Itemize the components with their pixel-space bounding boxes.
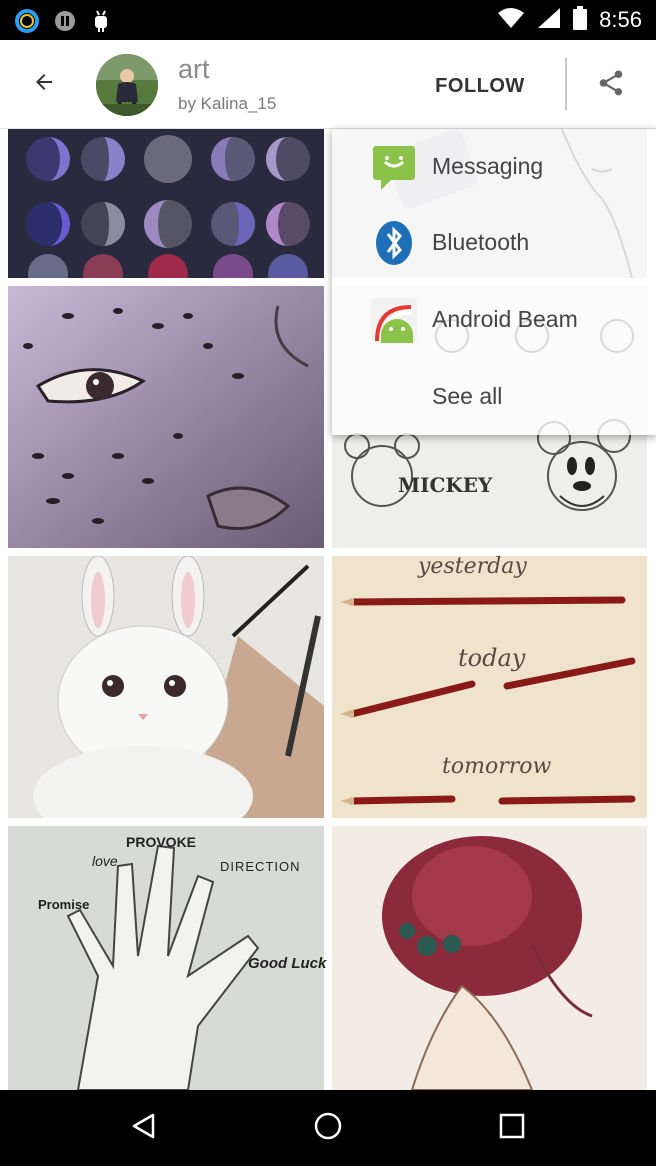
hand-word-promise: Promise [38,897,90,912]
status-bar: 8:56 [0,0,656,40]
share-option-label: Bluetooth [432,229,530,255]
bluetooth-icon [370,219,418,267]
battery-icon [573,5,588,35]
signal-icon [537,7,561,34]
avatar[interactable] [96,54,158,116]
home-nav-icon [313,1111,343,1146]
pin-moon-phases[interactable] [8,129,324,278]
wifi-icon [497,7,525,34]
android-debug-icon [90,9,112,38]
share-option-label: See all [432,383,503,409]
hand-word-direction: DIRECTION [220,859,301,874]
share-option-label: Messaging [432,153,544,179]
back-nav-icon [129,1111,159,1146]
status-left-icons [14,8,112,39]
share-option-android-beam[interactable]: Android Beam [332,282,656,358]
back-button[interactable] [20,60,68,108]
clock: 8:56 [599,7,642,32]
hand-word-provoke: PROVOKE [126,834,197,850]
board-title: art [178,54,210,84]
pencil-word-3: tomorrow [442,754,552,779]
pin-leopard-eye[interactable] [8,286,324,548]
hand-word-goodluck: Good Luck [248,955,327,972]
nav-home-button[interactable] [304,1104,352,1152]
nav-back-button[interactable] [120,1104,168,1152]
pause-icon [54,10,76,37]
share-option-messaging[interactable]: Messaging [332,129,656,205]
pencil-word-2: today [458,644,526,672]
android-beam-icon [370,296,418,344]
share-option-bluetooth[interactable]: Bluetooth [332,205,656,281]
pin-girl-bun-sketch[interactable] [332,826,647,1090]
hand-word-love: love [92,853,118,869]
share-popup-menu: Messaging Bluetooth Android Beam See all [332,129,656,435]
board-owner[interactable]: by Kalina_15 [178,94,276,114]
recents-nav-icon [497,1111,527,1146]
back-arrow-icon [32,70,56,99]
mickey-label: MICKEY [398,473,493,497]
share-icon [596,68,626,103]
app-bar: art by Kalina_15 FOLLOW [0,40,656,129]
share-option-label: Android Beam [432,306,578,332]
pencil-word-1: yesterday [418,554,527,579]
status-right: 8:56 [497,0,642,40]
system-nav-bar [0,1090,656,1166]
share-option-see-all[interactable]: See all [332,359,656,435]
messaging-icon [370,143,418,191]
nav-recents-button[interactable] [488,1104,536,1152]
follow-button[interactable]: FOLLOW [418,66,542,106]
pin-bunny-sketch[interactable] [8,556,324,818]
header-divider [565,58,567,110]
ring-app-icon [14,8,40,39]
share-button[interactable] [590,64,632,106]
